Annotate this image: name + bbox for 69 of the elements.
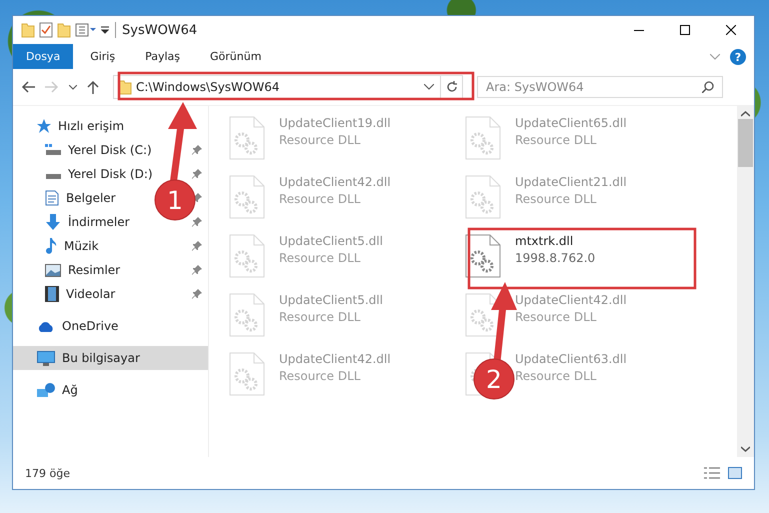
pin-icon[interactable] — [192, 241, 202, 251]
sidebar-item[interactable]: Resimler — [45, 263, 120, 277]
film-icon — [45, 286, 59, 302]
sidebar-item[interactable]: Ağ — [13, 378, 208, 402]
ribbon-tab[interactable]: Giriş — [77, 44, 128, 69]
computer-monitor-icon — [37, 350, 55, 366]
pin-icon[interactable] — [192, 145, 202, 155]
window-title: SysWOW64 — [122, 22, 198, 38]
sidebar-item[interactable]: Belgeler — [45, 190, 116, 206]
document-icon — [45, 190, 59, 206]
picture-icon — [45, 264, 61, 276]
sidebar-item[interactable]: Müzik — [45, 238, 99, 254]
scrollbar[interactable] — [737, 106, 754, 457]
pin-icon[interactable] — [192, 169, 202, 179]
file-description: Resource DLL — [515, 192, 598, 206]
maximize-icon — [680, 25, 690, 35]
details-view-icon[interactable] — [704, 467, 720, 479]
file-description: Resource DLL — [279, 133, 362, 147]
star-icon — [37, 119, 51, 133]
drive-icon — [45, 144, 61, 156]
sidebar-item[interactable]: Hızlı erişim — [13, 114, 208, 138]
ribbon-tab[interactable]: Paylaş — [132, 44, 193, 69]
step-number-badge: 1 — [154, 180, 196, 220]
cloud-icon — [37, 320, 55, 332]
pin-icon[interactable] — [192, 217, 202, 227]
recent-locations-button[interactable] — [67, 82, 79, 92]
file-description: Resource DLL — [279, 310, 362, 324]
pin-icon[interactable] — [192, 265, 202, 275]
sidebar-item[interactable]: Yerel Disk (C:) — [45, 143, 152, 157]
download-arrow-icon — [45, 214, 61, 230]
sidebar-item[interactable]: Bu bilgisayar — [13, 346, 208, 370]
ribbon-tab[interactable]: Dosya — [13, 44, 74, 69]
up-button[interactable] — [85, 78, 101, 96]
scrollbar-thumb[interactable] — [738, 119, 753, 167]
ribbon-tab[interactable]: Görünüm — [197, 44, 274, 69]
sidebar-item[interactable]: Yerel Disk (D:) — [45, 167, 153, 181]
music-note-icon — [45, 238, 57, 254]
properties-icon[interactable] — [75, 23, 97, 37]
folder-icon — [21, 22, 35, 38]
pin-icon[interactable] — [192, 289, 202, 299]
step-number-badge: 2 — [474, 358, 514, 400]
file-description: 1998.8.762.0 — [515, 251, 596, 265]
search-icon — [702, 81, 714, 93]
sidebar-item[interactable]: OneDrive — [13, 314, 208, 338]
file-description: Resource DLL — [279, 192, 362, 206]
file-description: Resource DLL — [515, 310, 598, 324]
file-description: Resource DLL — [279, 251, 362, 265]
help-icon[interactable]: ? — [730, 48, 746, 64]
large-icons-view-icon[interactable] — [728, 467, 742, 479]
file-description: Resource DLL — [279, 369, 362, 383]
sidebar-item[interactable]: İndirmeler — [45, 214, 130, 230]
file-description: Resource DLL — [515, 133, 598, 147]
sidebar-item[interactable]: Videolar — [45, 286, 116, 302]
address-bar[interactable]: C:\Windows\SysWOW64 — [113, 75, 463, 99]
dropdown-caret-icon[interactable] — [101, 26, 109, 34]
folder-icon — [57, 22, 71, 38]
item-count: 179 öğe — [25, 466, 71, 480]
network-icon — [37, 382, 55, 398]
file-description: Resource DLL — [515, 369, 598, 383]
checklist-icon[interactable] — [39, 22, 53, 38]
close-icon — [726, 25, 736, 35]
chevron-down-icon[interactable] — [424, 84, 434, 90]
scroll-up-icon[interactable] — [741, 111, 750, 117]
refresh-icon — [446, 81, 458, 93]
back-button[interactable] — [19, 79, 37, 95]
address-field[interactable]: C:\Windows\SysWOW64 — [132, 80, 424, 94]
scroll-down-icon[interactable] — [741, 446, 750, 452]
search-box[interactable]: Ara: SysWOW64 — [477, 76, 723, 98]
file-name[interactable]: mtxtrk.dll — [515, 234, 596, 248]
